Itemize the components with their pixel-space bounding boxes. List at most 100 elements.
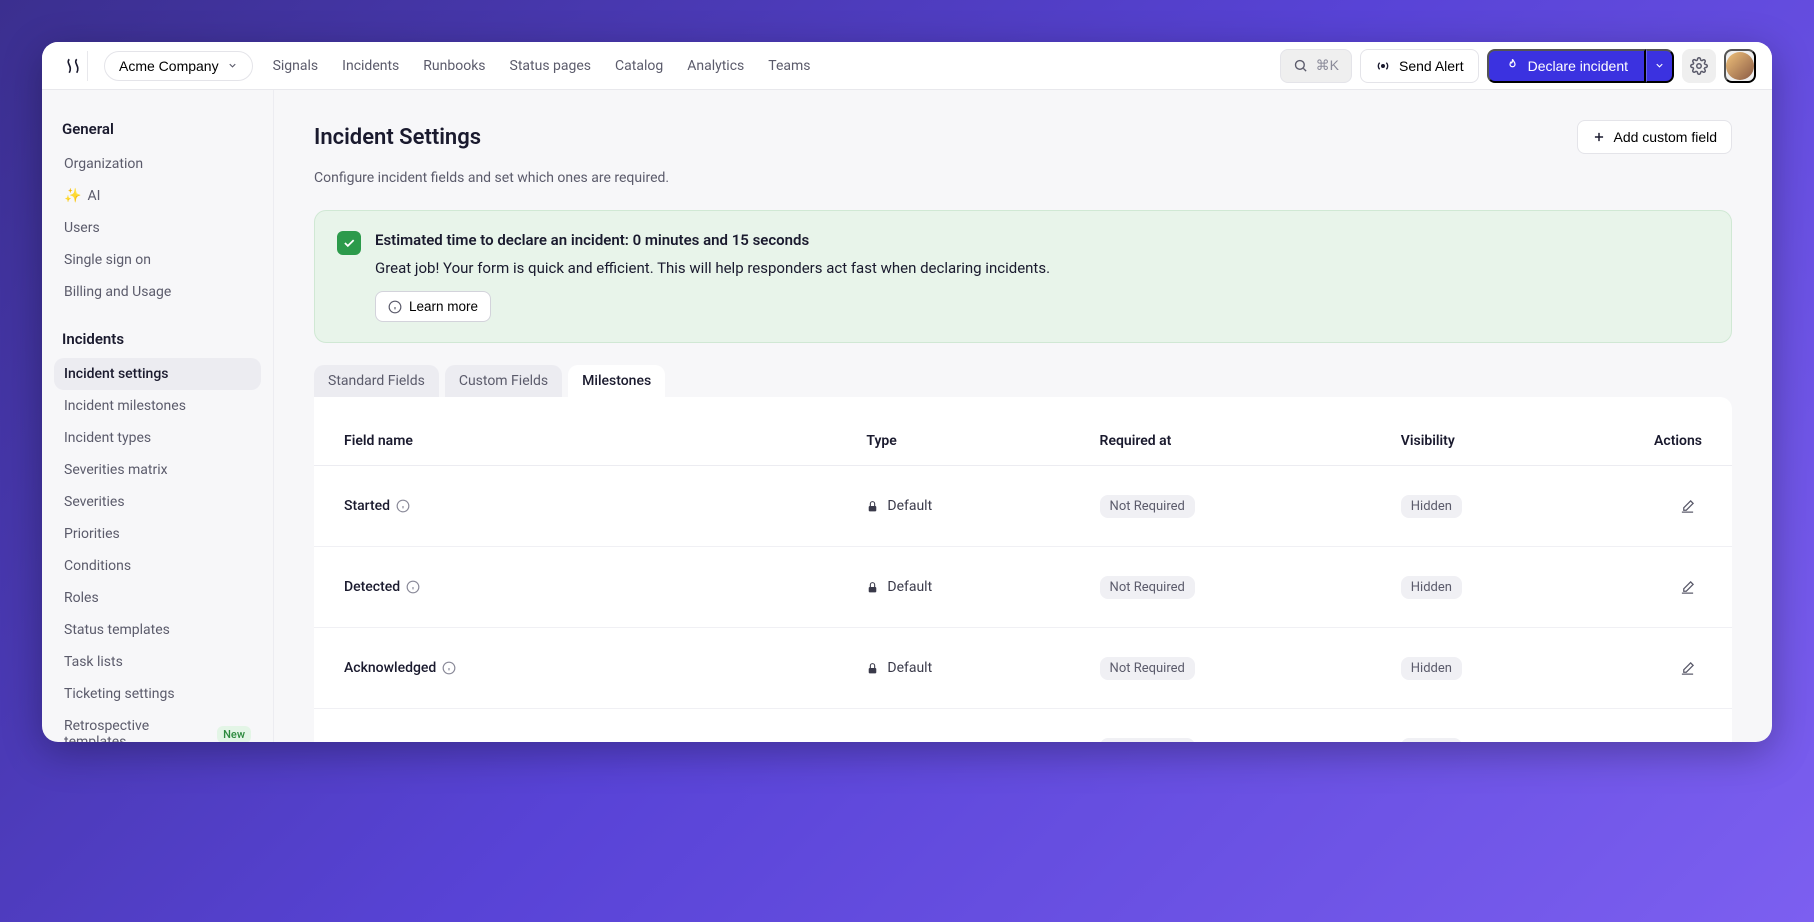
info-icon[interactable] [396,499,410,513]
main-nav: Signals Incidents Runbooks Status pages … [273,58,811,74]
th-field-name: Field name [344,433,854,449]
table-row: Acknowledged Default Not Required Hidden [314,628,1732,709]
sidebar-item-types[interactable]: Incident types [54,422,261,454]
actions-cell [1600,492,1702,520]
tab-standard-fields[interactable]: Standard Fields [314,365,439,397]
fields-table: Field name Type Required at Visibility A… [314,397,1732,742]
lock-icon [866,500,879,513]
tabs: Standard Fields Custom Fields Milestones [314,365,1732,397]
nav-status-pages[interactable]: Status pages [510,58,592,74]
sidebar-item-sso[interactable]: Single sign on [54,244,261,276]
sidebar: General Organization ✨AI Users Single si… [42,90,274,742]
declare-label: Declare incident [1528,58,1628,74]
info-icon [388,300,402,314]
estimation-callout: Estimated time to declare an incident: 0… [314,210,1732,343]
plus-icon [1592,130,1606,144]
type-cell: Default [866,498,1087,514]
content: Incident Settings Add custom field Confi… [274,90,1772,742]
th-actions: Actions [1600,433,1702,449]
required-cell: Not Required [1100,738,1389,743]
field-name-cell: Investigating [344,741,854,742]
nav-incidents[interactable]: Incidents [342,58,399,74]
tab-milestones[interactable]: Milestones [568,365,665,397]
declare-incident-button[interactable]: Declare incident [1487,49,1646,83]
sidebar-section-incidents: Incidents [62,330,253,348]
sidebar-item-ai[interactable]: ✨AI [54,180,261,212]
edit-button[interactable] [1674,735,1702,742]
app-window: Acme Company Signals Incidents Runbooks … [42,42,1772,742]
declare-dropdown[interactable] [1646,49,1674,83]
edit-button[interactable] [1674,654,1702,682]
search-icon [1293,58,1308,73]
visibility-cell: Hidden [1401,657,1588,680]
tab-custom-fields[interactable]: Custom Fields [445,365,562,397]
sidebar-item-users[interactable]: Users [54,212,261,244]
th-visibility: Visibility [1401,433,1588,449]
pencil-icon [1680,580,1695,595]
sidebar-item-ticketing[interactable]: Ticketing settings [54,678,261,710]
type-cell: Default [866,579,1087,595]
nav-teams[interactable]: Teams [768,58,810,74]
actions-cell [1600,735,1702,742]
learn-more-button[interactable]: Learn more [375,291,491,322]
send-alert-button[interactable]: Send Alert [1360,49,1479,83]
callout-body: Great job! Your form is quick and effici… [375,259,1709,277]
callout-title: Estimated time to declare an incident: 0… [375,231,1709,249]
info-icon[interactable] [442,661,456,675]
sidebar-item-status-templates[interactable]: Status templates [54,614,261,646]
sidebar-item-billing[interactable]: Billing and Usage [54,276,261,308]
edit-button[interactable] [1674,573,1702,601]
page-title: Incident Settings [314,125,481,150]
sidebar-item-severities[interactable]: Severities [54,486,261,518]
gear-icon [1690,57,1708,75]
sidebar-item-priorities[interactable]: Priorities [54,518,261,550]
page-subtitle: Configure incident fields and set which … [314,170,1732,186]
search-button[interactable]: ⌘K [1280,49,1352,83]
pencil-icon [1680,661,1695,676]
field-name-cell: Started [344,498,854,514]
settings-button[interactable] [1682,49,1716,83]
sidebar-item-organization[interactable]: Organization [54,148,261,180]
sparkle-icon: ✨ [64,188,81,204]
user-avatar[interactable] [1724,49,1756,83]
sidebar-item-conditions[interactable]: Conditions [54,550,261,582]
sidebar-item-roles[interactable]: Roles [54,582,261,614]
add-custom-field-button[interactable]: Add custom field [1577,120,1733,154]
learn-more-label: Learn more [409,299,478,314]
field-name-cell: Detected [344,579,854,595]
broadcast-icon [1375,58,1391,74]
visibility-cell: Hidden [1401,495,1588,518]
sidebar-item-milestones[interactable]: Incident milestones [54,390,261,422]
company-name: Acme Company [119,58,219,74]
chevron-down-icon [227,60,238,71]
type-cell: Default [866,660,1087,676]
actions-cell [1600,654,1702,682]
actions-cell [1600,573,1702,601]
fire-icon [1505,58,1520,73]
nav-signals[interactable]: Signals [273,58,319,74]
info-icon[interactable] [406,580,420,594]
sidebar-item-retrospective[interactable]: Retrospective templatesNew [54,710,261,742]
nav-catalog[interactable]: Catalog [615,58,663,74]
company-selector[interactable]: Acme Company [104,51,253,81]
table-row: Investigating Default Not Required Hidde… [314,709,1732,742]
required-cell: Not Required [1100,495,1389,518]
sidebar-item-incident-settings[interactable]: Incident settings [54,358,261,390]
sidebar-item-severities-matrix[interactable]: Severities matrix [54,454,261,486]
avatar-image [1726,52,1754,80]
table-row: Detected Default Not Required Hidden [314,547,1732,628]
content-header: Incident Settings Add custom field [314,120,1732,154]
sidebar-section-general: General [62,120,253,138]
th-required: Required at [1100,433,1389,449]
table-header: Field name Type Required at Visibility A… [314,417,1732,466]
visibility-cell: Hidden [1401,738,1588,743]
nav-analytics[interactable]: Analytics [687,58,744,74]
nav-runbooks[interactable]: Runbooks [423,58,485,74]
visibility-cell: Hidden [1401,576,1588,599]
pencil-icon [1680,499,1695,514]
edit-button[interactable] [1674,492,1702,520]
table-row: Started Default Not Required Hidden [314,466,1732,547]
lock-icon [866,581,879,594]
chevron-down-icon [1654,60,1665,71]
sidebar-item-task-lists[interactable]: Task lists [54,646,261,678]
